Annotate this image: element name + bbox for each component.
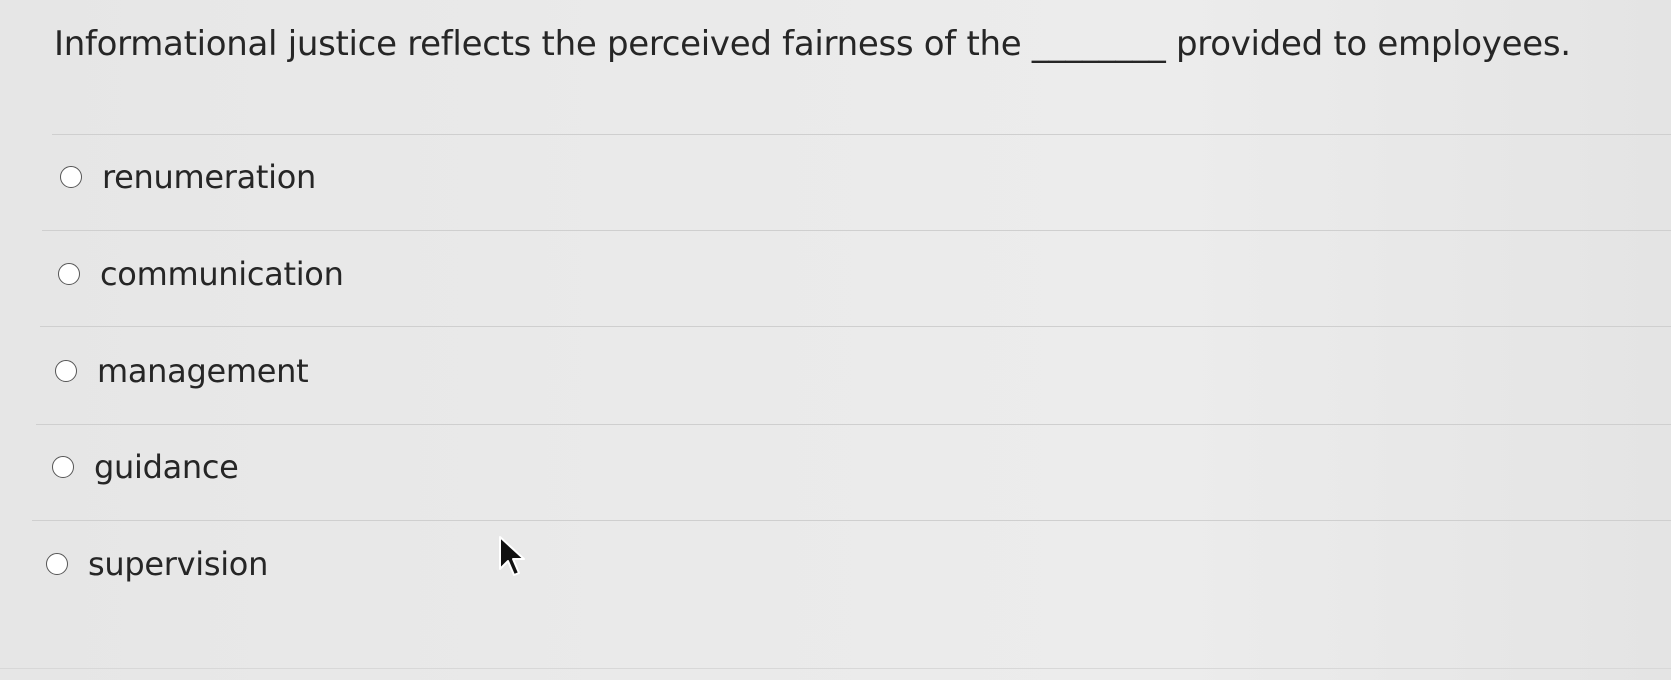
- radio-circle-icon[interactable]: [55, 360, 77, 382]
- divider: [52, 134, 1671, 135]
- option-renumeration[interactable]: renumeration: [60, 158, 316, 196]
- option-communication[interactable]: communication: [58, 255, 344, 293]
- option-label: renumeration: [102, 158, 317, 196]
- option-label: guidance: [94, 448, 239, 486]
- option-management[interactable]: management: [55, 352, 309, 390]
- option-label: management: [97, 352, 309, 390]
- quiz-screen: Informational justice reflects the perce…: [0, 0, 1671, 680]
- option-label: communication: [100, 255, 344, 293]
- option-supervision[interactable]: supervision: [46, 545, 268, 583]
- option-guidance[interactable]: guidance: [52, 448, 239, 486]
- divider: [40, 326, 1671, 327]
- divider: [0, 668, 1671, 669]
- radio-circle-icon[interactable]: [60, 166, 82, 188]
- divider: [32, 520, 1671, 521]
- mouse-pointer-icon: [499, 536, 525, 576]
- divider: [42, 230, 1671, 231]
- divider: [36, 424, 1671, 425]
- radio-circle-icon[interactable]: [52, 456, 74, 478]
- question-text: Informational justice reflects the perce…: [54, 24, 1571, 64]
- radio-circle-icon[interactable]: [58, 263, 80, 285]
- option-label: supervision: [88, 545, 269, 583]
- radio-circle-icon[interactable]: [46, 553, 68, 575]
